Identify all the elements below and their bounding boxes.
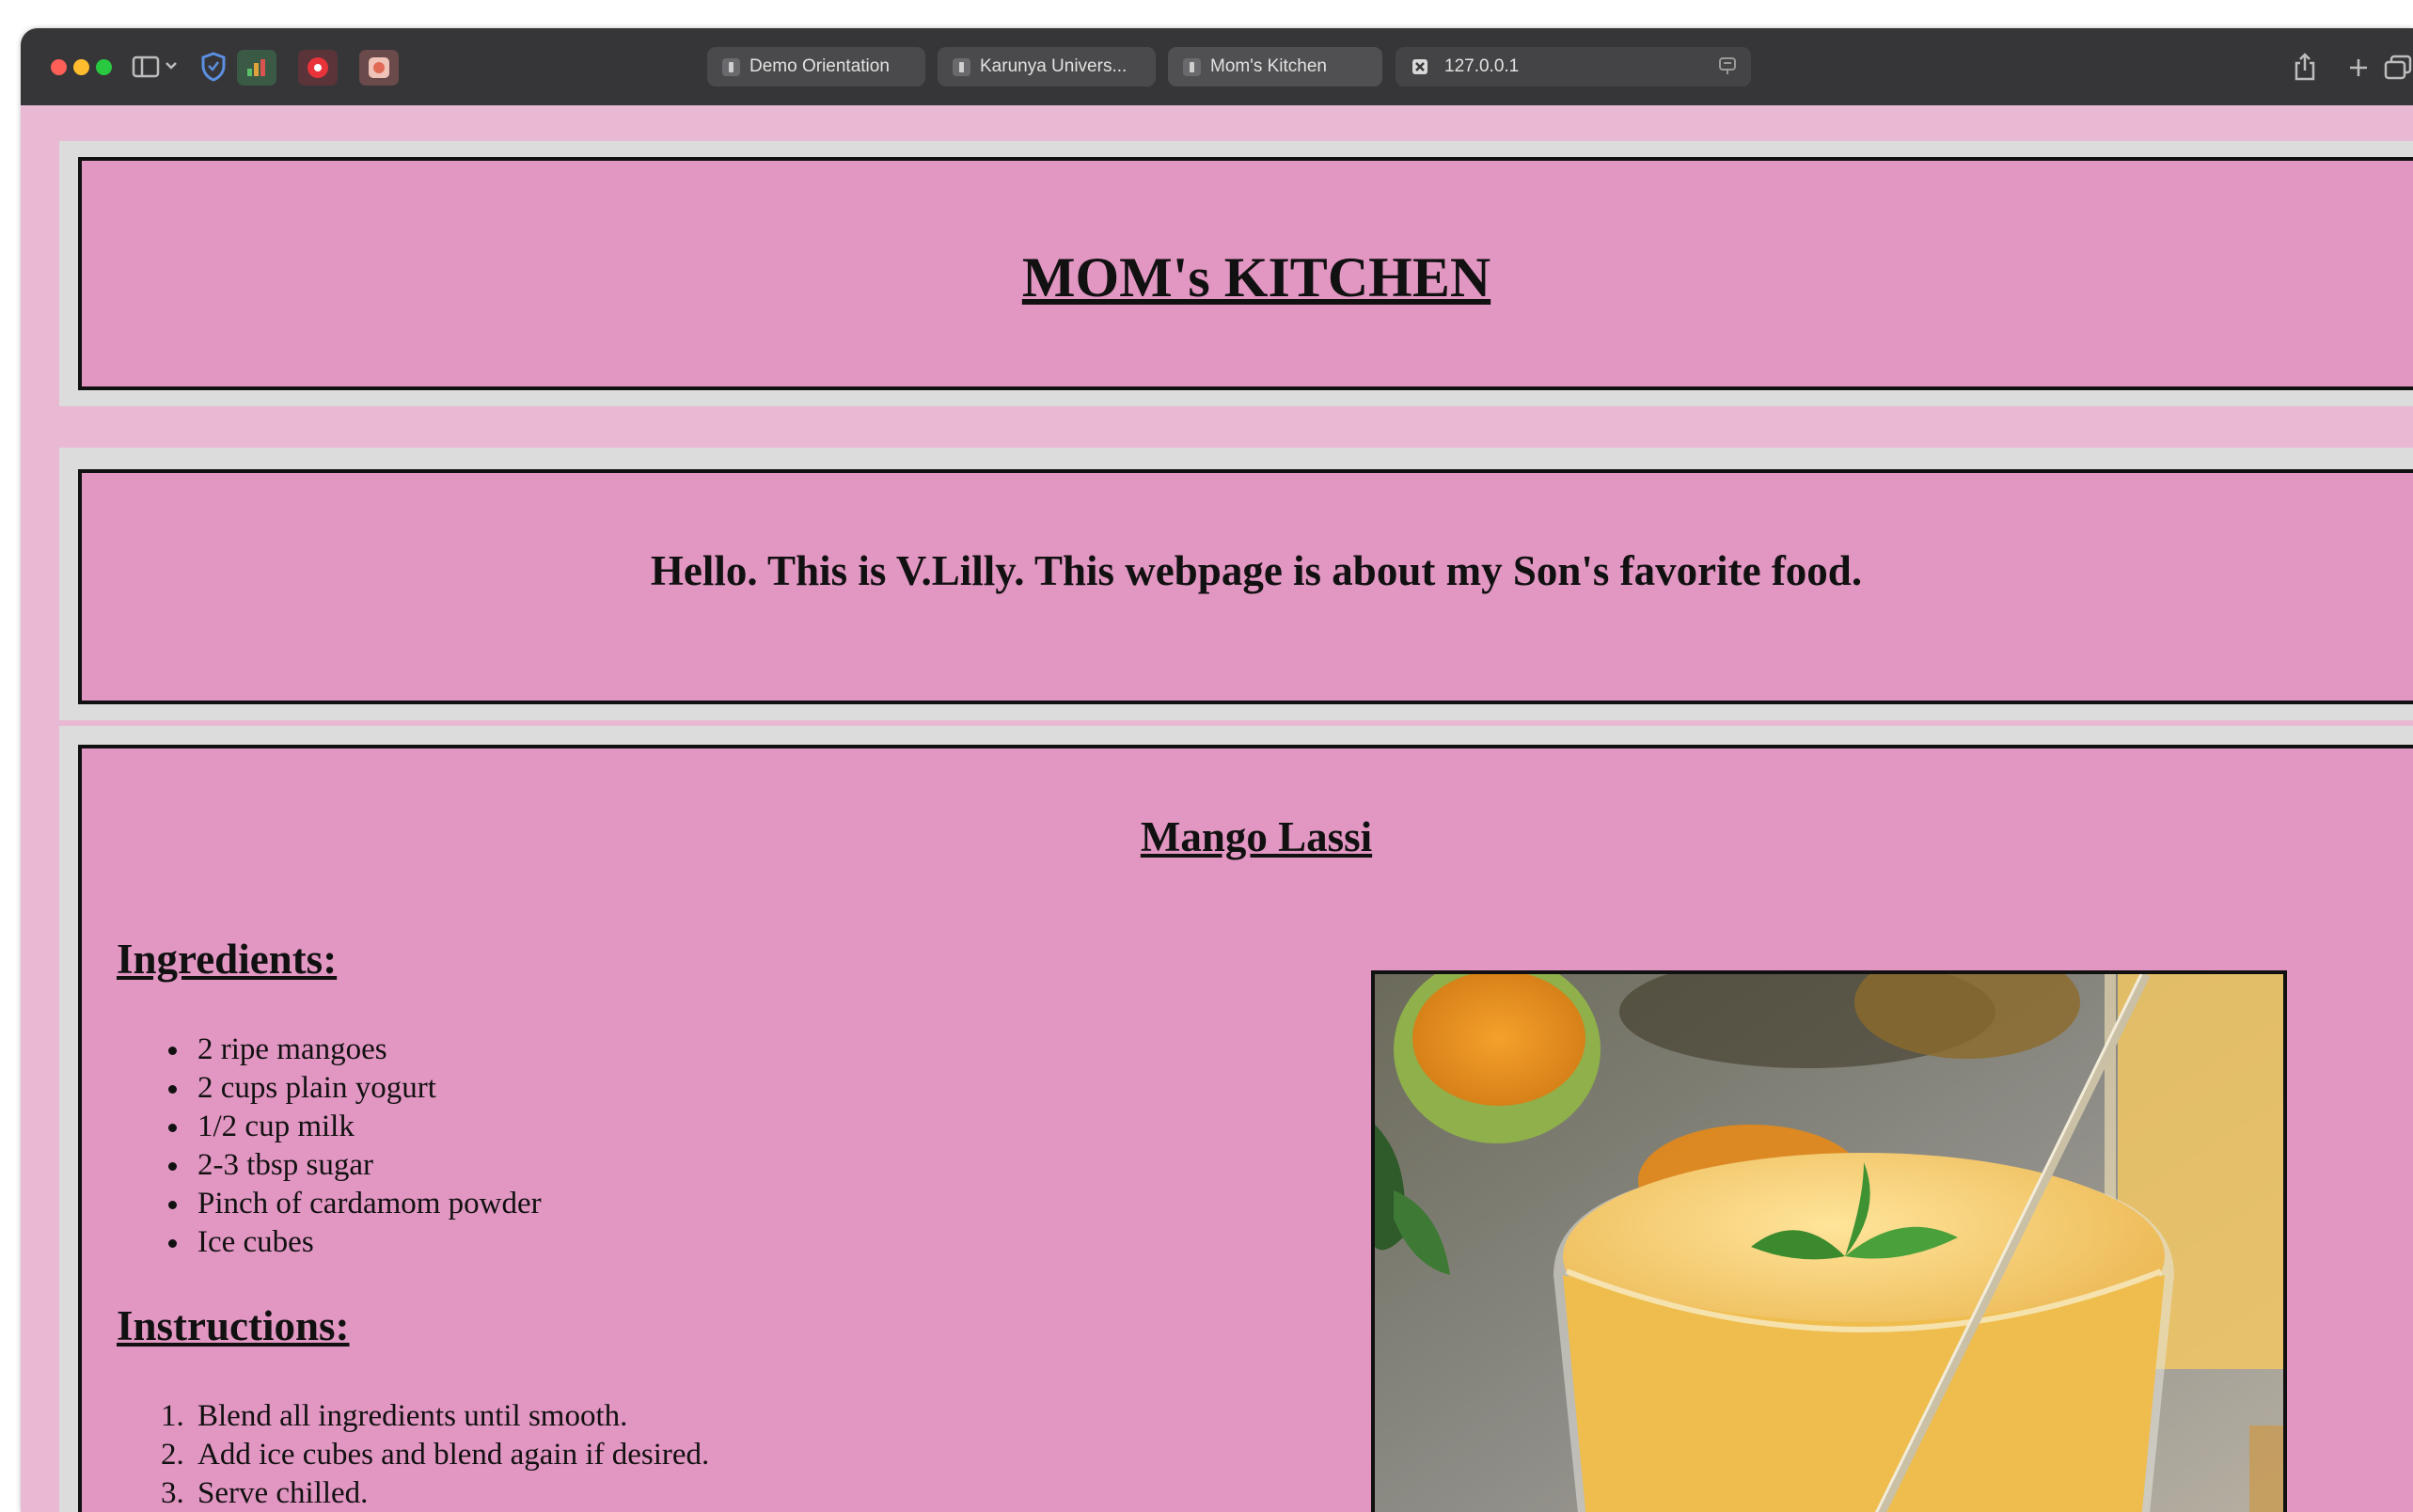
close-icon[interactable]	[1411, 57, 1429, 76]
zoom-window-button[interactable]	[96, 59, 112, 75]
header-section: MOM's KITCHEN	[59, 141, 2413, 406]
ingredient-item: 2 ripe mangoes	[192, 1031, 542, 1069]
tab-label: Karunya Univers...	[980, 56, 1128, 76]
ingredient-item: Pinch of cardamom powder	[192, 1185, 542, 1223]
mango-lassi-photo	[1371, 970, 2287, 1512]
tab-demo-orientation[interactable]: Demo Orientation	[707, 47, 925, 87]
intro-text: Hello. This is V.Lilly. This webpage is …	[650, 547, 1863, 594]
ingredient-item: 2 cups plain yogurt	[192, 1069, 542, 1108]
chevron-down-icon[interactable]	[164, 58, 179, 73]
reader-icon[interactable]	[1717, 56, 1738, 83]
page-title: MOM's KITCHEN	[1021, 246, 1491, 308]
close-window-button[interactable]	[51, 59, 67, 75]
shield-icon[interactable]	[199, 51, 228, 83]
ingredients-heading: Ingredients:	[117, 936, 338, 983]
new-tab-icon[interactable]	[2345, 55, 2372, 81]
ingredient-item: Ice cubes	[192, 1223, 542, 1262]
ingredients-list: 2 ripe mangoes 2 cups plain yogurt 1/2 c…	[117, 1031, 542, 1262]
tab-moms-kitchen[interactable]: Mom's Kitchen	[1168, 47, 1382, 87]
intro-box: Hello. This is V.Lilly. This webpage is …	[78, 469, 2413, 704]
instruction-step: Serve chilled.	[192, 1474, 709, 1512]
browser-window: Demo Orientation Karunya Univers... Mom'…	[21, 28, 2413, 1512]
ingredient-item: 1/2 cup milk	[192, 1108, 542, 1146]
instruction-step: Blend all ingredients until smooth.	[192, 1397, 709, 1436]
tab-label: Mom's Kitchen	[1210, 56, 1328, 76]
intro-section: Hello. This is V.Lilly. This webpage is …	[59, 448, 2413, 720]
browser-toolbar: Demo Orientation Karunya Univers... Mom'…	[21, 28, 2413, 105]
extension-record-icon[interactable]	[298, 50, 338, 86]
tab-overview-icon[interactable]	[2383, 54, 2413, 82]
extension-chart-icon[interactable]	[237, 50, 276, 86]
instructions-list: Blend all ingredients until smooth. Add …	[117, 1397, 709, 1512]
tab-label: Demo Orientation	[749, 56, 890, 76]
extension-badge-icon[interactable]	[359, 50, 399, 86]
address-text: 127.0.0.1	[1444, 56, 1520, 76]
address-bar[interactable]: 127.0.0.1	[1396, 47, 1751, 87]
ingredient-item: 2-3 tbsp sugar	[192, 1146, 542, 1185]
header-box: MOM's KITCHEN	[78, 157, 2413, 390]
instructions-heading: Instructions:	[117, 1302, 350, 1349]
tab-favicon-icon	[1183, 57, 1201, 76]
sidebar-toggle-icon[interactable]	[132, 55, 160, 79]
minimize-window-button[interactable]	[73, 59, 89, 75]
tab-karunya-university[interactable]: Karunya Univers...	[938, 47, 1156, 87]
share-icon[interactable]	[2291, 51, 2319, 83]
recipe-title: Mango Lassi	[1140, 813, 1373, 860]
tab-favicon-icon	[722, 57, 740, 76]
instruction-step: Add ice cubes and blend again if desired…	[192, 1436, 709, 1474]
tab-favicon-icon	[953, 57, 970, 76]
